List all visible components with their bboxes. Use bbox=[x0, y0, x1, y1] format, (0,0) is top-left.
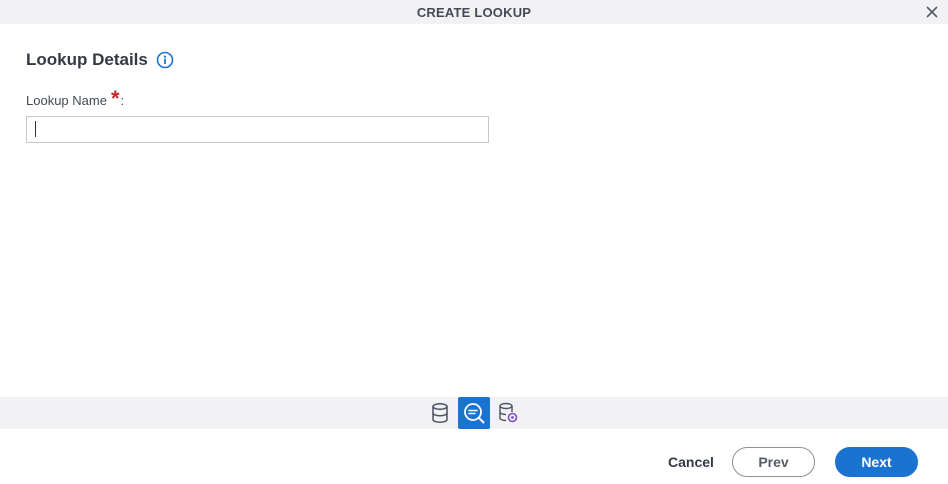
lookup-name-input[interactable] bbox=[26, 116, 489, 143]
text-caret bbox=[35, 121, 36, 137]
lookup-name-label-row: Lookup Name * : bbox=[26, 86, 125, 111]
create-lookup-dialog: CREATE LOOKUP Lookup Details Lookup Name… bbox=[0, 0, 948, 484]
required-indicator: * bbox=[110, 86, 120, 111]
label-colon: : bbox=[120, 93, 125, 108]
step-database-settings[interactable] bbox=[492, 397, 524, 429]
close-icon bbox=[926, 6, 938, 18]
wizard-step-strip bbox=[0, 397, 948, 429]
close-button[interactable] bbox=[922, 2, 942, 22]
section-title: Lookup Details bbox=[26, 50, 148, 69]
next-button[interactable]: Next bbox=[835, 447, 918, 477]
prev-button[interactable]: Prev bbox=[732, 447, 815, 477]
lookup-search-icon bbox=[464, 403, 485, 424]
step-lookup[interactable] bbox=[458, 397, 490, 429]
info-icon[interactable] bbox=[156, 51, 174, 69]
cancel-button[interactable]: Cancel bbox=[664, 448, 718, 476]
step-database[interactable] bbox=[424, 397, 456, 429]
section-header: Lookup Details bbox=[26, 48, 174, 72]
lookup-name-label: Lookup Name bbox=[26, 93, 107, 108]
database-settings-icon bbox=[499, 402, 518, 423]
database-icon bbox=[432, 402, 448, 424]
dialog-titlebar: CREATE LOOKUP bbox=[0, 0, 948, 24]
dialog-title: CREATE LOOKUP bbox=[416, 4, 532, 20]
